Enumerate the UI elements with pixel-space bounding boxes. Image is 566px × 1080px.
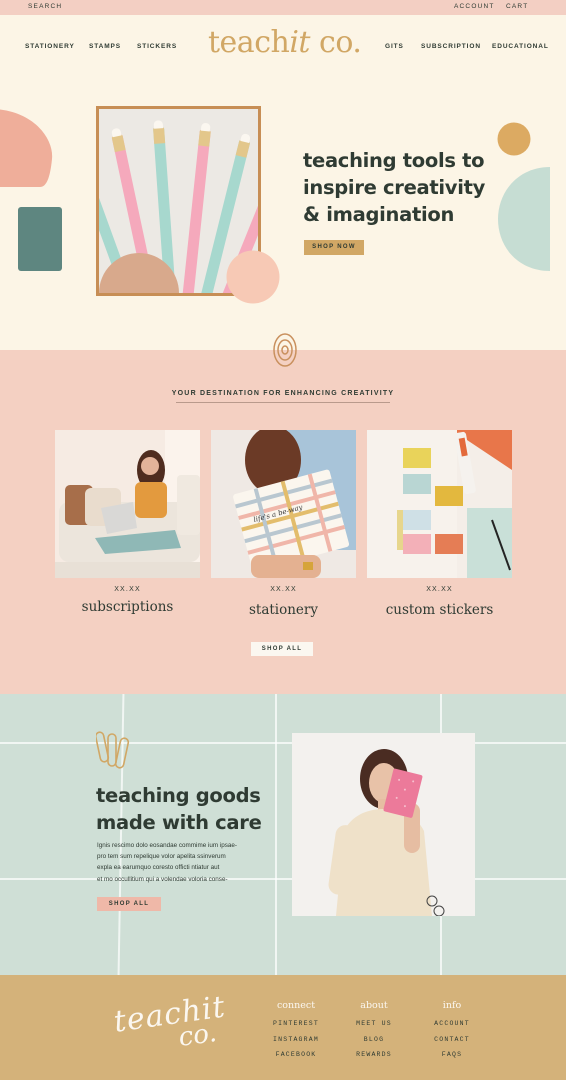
hero-heading-line-2: inspire creativity	[303, 176, 486, 199]
paper-clips-icon	[96, 731, 130, 769]
footer-column-about: about MEET US BLOG REWARDS	[334, 1000, 414, 1063]
footer-link-account[interactable]: ACCOUNT	[412, 1016, 492, 1032]
logo-text-it: it	[289, 25, 310, 60]
body-line: et mo occullitium qui a volendae voloria…	[97, 875, 228, 883]
shop-now-button[interactable]: SHOP NOW	[304, 240, 364, 255]
custom-stickers-title[interactable]: custom stickers	[367, 602, 512, 618]
nav-item-educational[interactable]: EDUCATIONAL	[492, 43, 549, 50]
hero-heading: teaching tools to inspire creativity & i…	[303, 147, 543, 228]
heading-underline	[176, 402, 390, 403]
footer-link-facebook[interactable]: FACEBOOK	[256, 1047, 336, 1063]
shop-all-button-2[interactable]: SHOP ALL	[97, 897, 161, 911]
nav-item-gits[interactable]: GITS	[385, 43, 404, 50]
footer-link-pinterest[interactable]: PINTEREST	[256, 1016, 336, 1032]
custom-stickers-image[interactable]	[367, 430, 512, 578]
footer-logo[interactable]: teachit co.	[112, 989, 231, 1061]
stationery-price: XX.XX	[270, 586, 297, 593]
care-heading-line-1: teaching goods	[96, 784, 261, 807]
woman-with-laptop-illustration	[55, 430, 200, 578]
top-utility-bar: SEARCH ACCOUNT CART	[0, 0, 566, 15]
site-logo[interactable]: teachit co.	[208, 25, 362, 60]
nav-item-subscription[interactable]: SUBSCRIPTION	[421, 43, 481, 50]
care-body-text: Ignis rescimo dolo eosandae commime ium …	[97, 840, 252, 885]
hero-heading-line-1: teaching tools to	[303, 149, 485, 172]
body-line: expla ea earumquo coresto officti ntiatu…	[97, 864, 220, 872]
stationery-title[interactable]: stationery	[211, 602, 356, 618]
hero-section: teaching tools to inspire creativity & i…	[0, 77, 566, 350]
woman-with-notebook-photo	[292, 733, 475, 916]
footer-heading-info: info	[442, 1000, 462, 1011]
search-link[interactable]: SEARCH	[28, 3, 62, 10]
logo-text-co: co.	[309, 25, 362, 60]
nav-item-stamps[interactable]: STAMPS	[89, 43, 121, 50]
care-heading: teaching goods made with care	[96, 782, 296, 836]
paper-swirl-icon	[273, 333, 297, 367]
footer-link-rewards[interactable]: REWARDS	[334, 1047, 414, 1063]
notebook-hands-illustration: life's a be-way	[211, 430, 356, 578]
footer-link-blog[interactable]: BLOG	[334, 1032, 414, 1048]
footer-heading-connect: connect	[276, 1000, 316, 1011]
shop-all-button[interactable]: SHOP ALL	[251, 642, 313, 656]
care-heading-line-2: made with care	[96, 811, 262, 834]
footer-column-connect: connect PINTEREST INSTAGRAM FACEBOOK	[256, 1000, 336, 1063]
site-footer: teachit co. connect PINTEREST INSTAGRAM …	[0, 975, 566, 1080]
logo-text-teach: teach	[208, 25, 290, 60]
body-line: pro tem sum repelique volor apelita ssin…	[97, 853, 226, 861]
care-section: teaching goods made with care Ignis resc…	[0, 694, 566, 975]
footer-link-contact[interactable]: CONTACT	[412, 1032, 492, 1048]
pink-half-circle-shape	[0, 109, 53, 187]
cart-link[interactable]: CART	[506, 3, 528, 10]
stationery-image[interactable]: life's a be-way	[211, 430, 356, 578]
subscriptions-image[interactable]	[55, 430, 200, 578]
footer-heading-about: about	[360, 1000, 388, 1011]
nav-item-stickers[interactable]: STICKERS	[137, 43, 177, 50]
custom-stickers-price: XX.XX	[426, 586, 453, 593]
account-link[interactable]: ACCOUNT	[454, 3, 495, 10]
nav-item-stationery[interactable]: STATIONERY	[25, 43, 75, 50]
footer-link-instagram[interactable]: INSTAGRAM	[256, 1032, 336, 1048]
watercolor-palette-illustration	[367, 430, 512, 578]
footer-column-info: info ACCOUNT CONTACT FAQS	[412, 1000, 492, 1063]
footer-link-meet-us[interactable]: MEET US	[334, 1016, 414, 1032]
grid-line	[0, 878, 566, 880]
destination-heading: YOUR DESTINATION FOR ENHANCING CREATIVIT…	[171, 390, 395, 397]
destination-section: YOUR DESTINATION FOR ENHANCING CREATIVIT…	[0, 333, 566, 694]
body-line: Ignis rescimo dolo eosandae commime ium …	[97, 842, 237, 849]
site-header: STATIONERY STAMPS STICKERS teachit co. G…	[0, 15, 566, 77]
footer-link-faqs[interactable]: FAQS	[412, 1047, 492, 1063]
peach-circle-shape	[226, 250, 280, 304]
teal-square-shape	[18, 207, 62, 271]
woman-illustration	[292, 733, 475, 916]
subscriptions-price: XX.XX	[114, 586, 141, 593]
subscriptions-title[interactable]: subscriptions	[55, 599, 200, 615]
hero-heading-line-3: & imagination	[303, 203, 455, 226]
grid-line	[0, 742, 566, 744]
